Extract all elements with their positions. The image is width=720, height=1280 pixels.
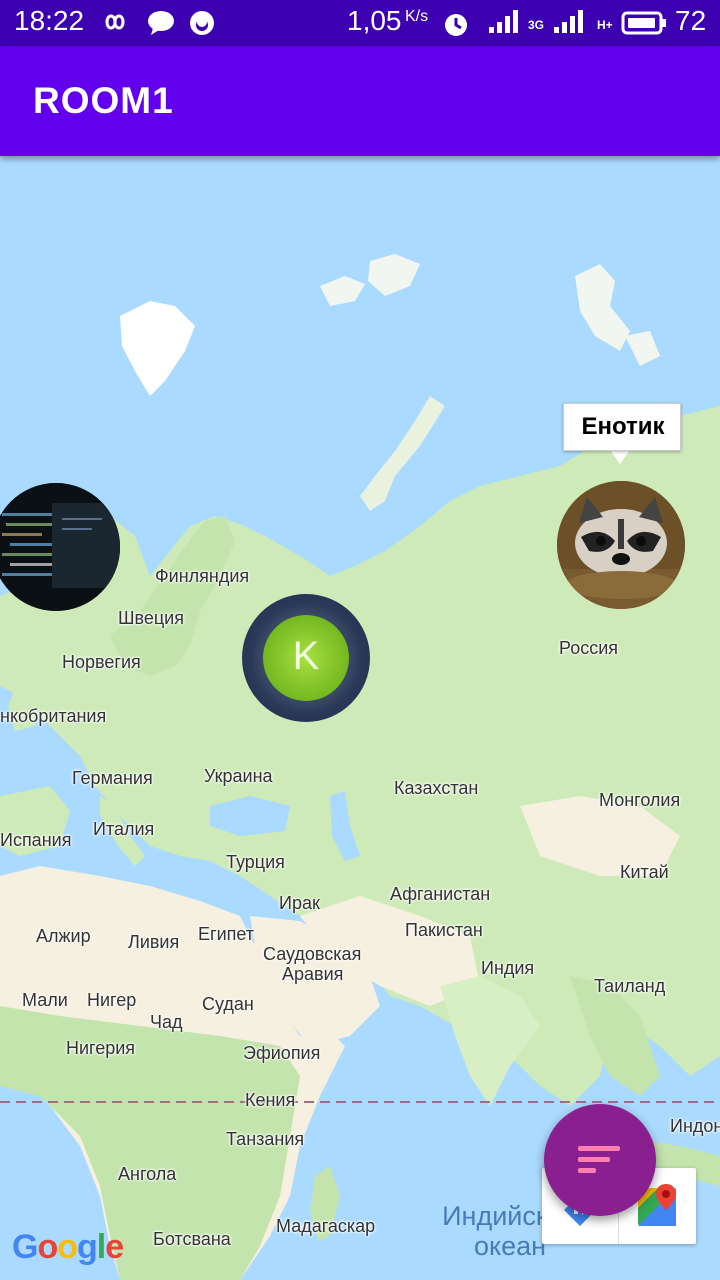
label-egypt: Египет: [198, 924, 255, 944]
label-thailand: Таиланд: [594, 976, 666, 996]
label-uk: нкобритания: [0, 706, 107, 726]
label-sweden: Швеция: [118, 608, 184, 628]
label-iraq: Ирак: [279, 893, 320, 913]
label-botswana: Ботсвана: [153, 1229, 231, 1249]
tooltip-tail: [610, 450, 630, 464]
label-chad: Чад: [150, 1012, 183, 1032]
filter-fab-button[interactable]: [544, 1104, 656, 1216]
label-saudi-arabia-2: Аравия: [282, 964, 344, 984]
app-title: ROOM1: [33, 80, 174, 121]
smiley-app-icon: [190, 11, 214, 35]
label-norway: Норвегия: [62, 652, 141, 672]
network-type-h: H+: [597, 18, 613, 32]
label-algeria: Алжир: [36, 926, 91, 946]
label-finland: Финляндия: [155, 566, 250, 586]
google-logo: Google: [12, 1228, 124, 1266]
raccoon-photo: [557, 481, 685, 609]
label-ukraine: Украина: [204, 766, 273, 786]
label-libya: Ливия: [128, 932, 180, 952]
chat-bubble-icon: [148, 11, 174, 35]
infinity-icon: [105, 14, 125, 30]
user-marker-k[interactable]: K: [242, 594, 370, 722]
label-ethiopia: Эфиопия: [243, 1043, 321, 1063]
label-italy: Италия: [93, 819, 155, 839]
label-afghanistan: Афганистан: [390, 884, 491, 904]
label-saudi-arabia-1: Саудовская: [263, 944, 362, 964]
network-speed-unit: K/s: [405, 8, 429, 25]
label-sudan: Судан: [202, 994, 254, 1014]
label-mongolia: Монголия: [599, 790, 681, 810]
signal-strength-icon-2: [554, 10, 583, 33]
label-germany: Германия: [72, 768, 153, 788]
label-madagascar: Мадагаскар: [276, 1216, 376, 1236]
label-kazakhstan: Казахстан: [394, 778, 479, 798]
label-china: Китай: [620, 862, 669, 882]
label-niger: Нигер: [87, 990, 137, 1010]
label-nigeria: Нигерия: [66, 1038, 136, 1058]
label-spain: Испания: [0, 830, 72, 850]
label-pakistan: Пакистан: [405, 920, 483, 940]
tooltip-name: Енотик: [581, 413, 665, 440]
network-speed: 1,05: [347, 5, 402, 36]
label-tanzania: Танзания: [226, 1129, 305, 1149]
marker-tooltip[interactable]: Енотик: [563, 403, 681, 451]
network-type-3g: 3G: [528, 18, 545, 32]
signal-strength-icon-1: [489, 10, 518, 33]
label-india: Индия: [481, 958, 535, 978]
status-time: 18:22: [14, 5, 85, 36]
label-angola: Ангола: [118, 1164, 177, 1184]
label-indonesia: Индон: [670, 1116, 720, 1136]
label-turkey: Турция: [226, 852, 285, 872]
status-bar: 18:22 1,05 K/s 3G H+ 72: [0, 0, 720, 46]
alarm-icon: [445, 14, 467, 36]
battery-level: 72: [675, 5, 707, 36]
label-mali: Мали: [22, 990, 68, 1010]
battery-icon: [621, 11, 666, 35]
app-bar: ROOM1: [0, 46, 720, 156]
label-russia: Россия: [559, 638, 619, 658]
label-kenya: Кения: [245, 1090, 296, 1110]
sort-lines-icon: [578, 1146, 620, 1173]
k-avatar-initial: K: [292, 634, 320, 678]
user-marker-raccoon[interactable]: [557, 481, 685, 609]
